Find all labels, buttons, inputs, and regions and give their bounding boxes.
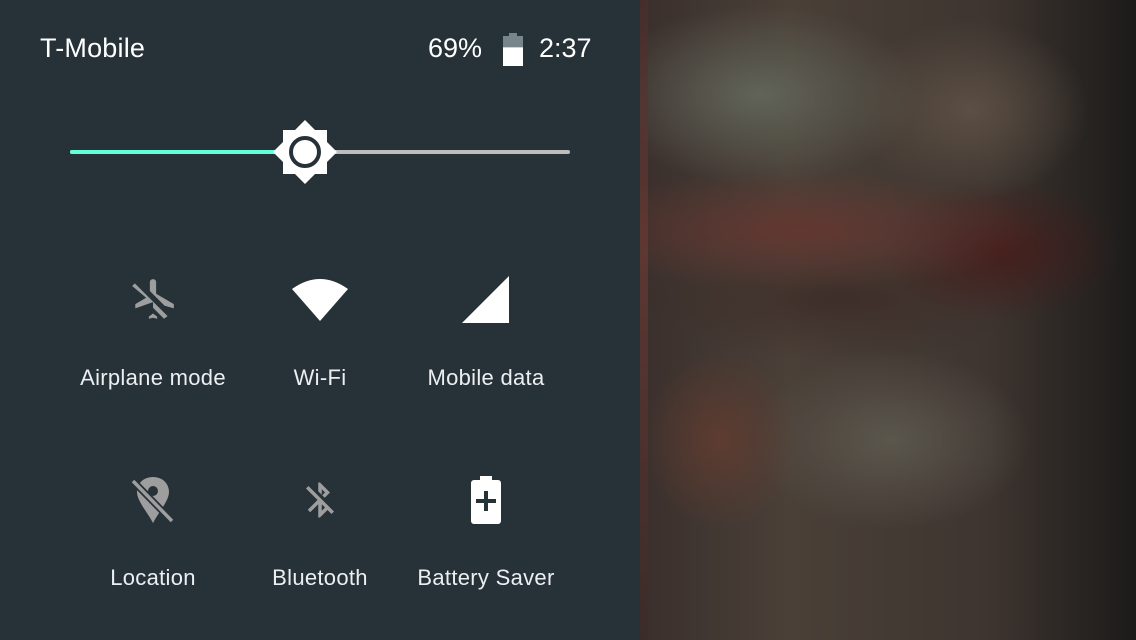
brightness-slider[interactable]: [70, 120, 570, 184]
battery-saver-icon: [471, 476, 501, 524]
tile-label: Mobile data: [427, 365, 545, 390]
location-off-icon: [130, 477, 175, 524]
tile-label: Bluetooth: [272, 565, 368, 590]
wifi-icon: [292, 279, 348, 321]
battery-percent: 69%: [428, 33, 483, 63]
tile-location[interactable]: Location: [68, 465, 238, 591]
brightness-fill: [70, 150, 305, 154]
tile-label: Battery Saver: [417, 565, 555, 590]
status-bar: T-Mobile 69% 2:37: [0, 0, 640, 100]
tile-label: Wi-Fi: [293, 365, 347, 390]
tile-airplane-mode[interactable]: Airplane mode: [68, 265, 238, 391]
tile-label: Location: [110, 565, 196, 590]
tile-mobile-data[interactable]: Mobile data: [401, 265, 571, 391]
bluetooth-off-icon: [306, 482, 334, 518]
tile-bluetooth[interactable]: Bluetooth: [235, 465, 405, 591]
battery-icon: [503, 33, 523, 66]
cellular-signal-icon: [462, 276, 509, 323]
tile-battery-saver[interactable]: Battery Saver: [401, 465, 571, 591]
clock: 2:37: [539, 33, 592, 63]
background-edge: [640, 0, 648, 640]
tile-label: Airplane mode: [80, 365, 226, 390]
carrier-name: T-Mobile: [40, 33, 146, 63]
quick-settings-panel: T-Mobile 69% 2:37 Airplane mode Wi-Fi Mo…: [0, 0, 640, 640]
blurred-background: [640, 0, 1136, 640]
brightness-auto-icon[interactable]: [273, 120, 337, 184]
tile-wifi[interactable]: Wi-Fi: [235, 265, 405, 391]
airplane-off-icon: [132, 279, 174, 319]
